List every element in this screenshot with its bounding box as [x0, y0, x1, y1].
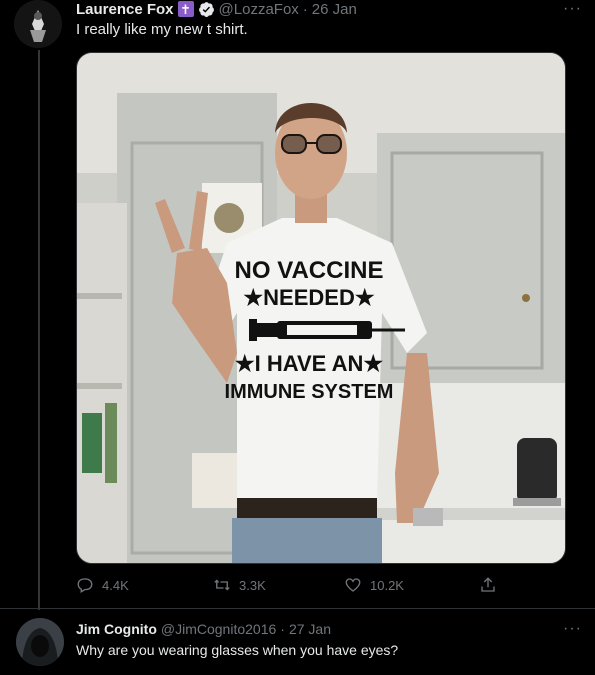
- avatar-image: [14, 0, 62, 48]
- like-count: 10.2K: [370, 577, 404, 593]
- tweet-divider: [0, 608, 595, 609]
- more-options-icon[interactable]: ···: [563, 0, 582, 18]
- like-button[interactable]: 10.2K: [344, 576, 404, 594]
- reply-author-name[interactable]: Jim Cognito: [76, 621, 157, 637]
- reply-date[interactable]: 27 Jan: [289, 621, 331, 637]
- verified-badge-icon: [198, 1, 215, 18]
- tweet-date[interactable]: 26 Jan: [312, 1, 357, 18]
- reply-more-options-icon[interactable]: ···: [563, 620, 582, 638]
- share-icon: [481, 577, 495, 592]
- heart-icon: [345, 578, 361, 592]
- retweet-icon: [214, 579, 230, 591]
- photo-illustration: NO VACCINE ★NEEDED★ ★I HAVE AN★ IMMUNE S…: [77, 53, 565, 563]
- thread-connector-line: [38, 50, 40, 610]
- reply-text: Why are you wearing glasses when you hav…: [76, 642, 399, 658]
- tweet-header: Laurence Fox ✝ @LozzaFox · 26 Jan: [76, 0, 357, 18]
- author-avatar[interactable]: [14, 0, 62, 48]
- header-separator: ·: [302, 0, 308, 18]
- author-name[interactable]: Laurence Fox: [76, 1, 174, 18]
- shirt-text-line-4: IMMUNE SYSTEM: [225, 381, 394, 403]
- shirt-text-line-2: ★NEEDED★: [243, 285, 374, 310]
- retweet-count: 3.3K: [239, 577, 266, 593]
- tweet-text: I really like my new t shirt.: [76, 21, 248, 38]
- shirt-text-line-3: ★I HAVE AN★: [235, 351, 384, 376]
- author-handle[interactable]: @LozzaFox: [219, 1, 299, 18]
- cross-badge-icon: ✝: [177, 1, 194, 17]
- retweet-button[interactable]: 3.3K: [213, 576, 266, 594]
- reply-button[interactable]: 4.4K: [76, 576, 129, 594]
- avatar-image: [16, 618, 64, 666]
- share-button[interactable]: [479, 576, 497, 594]
- shirt-text-line-1: NO VACCINE: [235, 257, 384, 284]
- reply-icon: [77, 578, 93, 593]
- tweet-actions-bar: 4.4K 3.3K 10.2K: [76, 574, 496, 596]
- tweet-photo[interactable]: NO VACCINE ★NEEDED★ ★I HAVE AN★ IMMUNE S…: [76, 52, 566, 564]
- reply-header: Jim Cognito @JimCognito2016 · 27 Jan: [76, 620, 331, 638]
- reply-header-separator: ·: [280, 621, 285, 637]
- reply-author-handle[interactable]: @JimCognito2016: [161, 621, 276, 637]
- reply-count: 4.4K: [102, 577, 129, 593]
- reply-author-avatar[interactable]: [16, 618, 64, 666]
